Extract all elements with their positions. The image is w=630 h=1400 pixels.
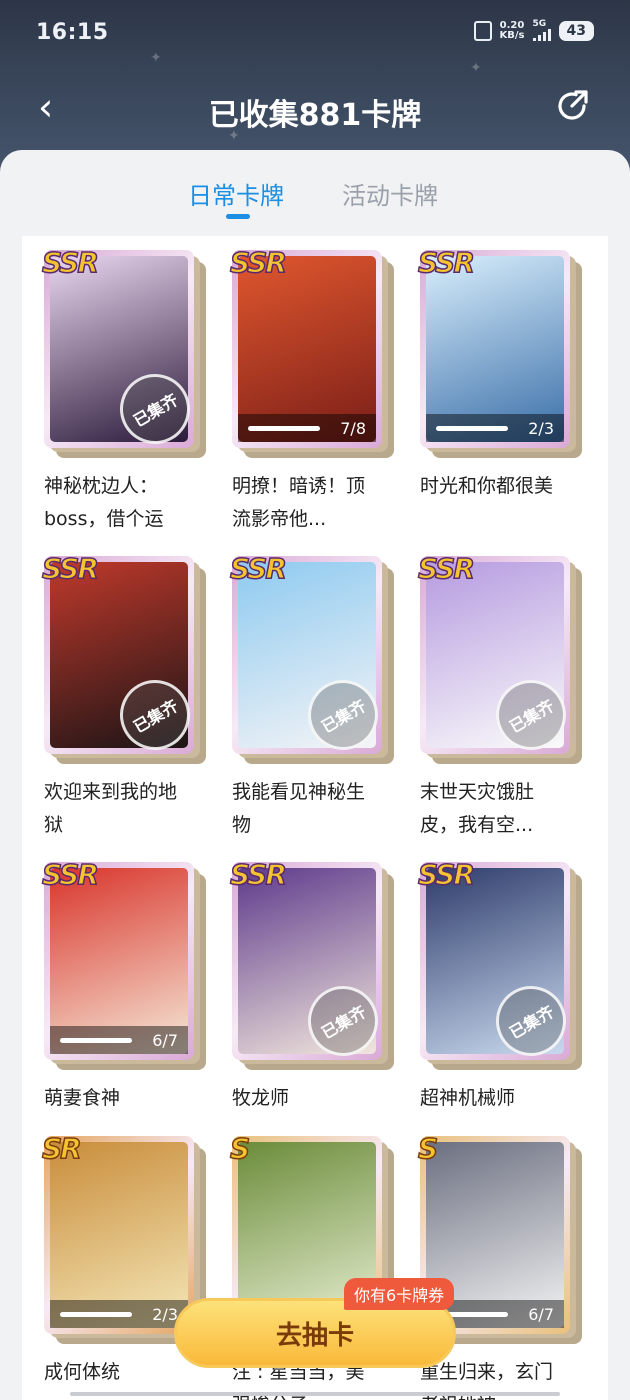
card-frame: SR 2/3 [41, 1131, 194, 1334]
signal-icon: 5G [532, 19, 551, 41]
rarity-badge: SSR [41, 551, 99, 586]
rarity-badge: S [417, 1131, 439, 1166]
card-frame: SSR 7/8 [229, 245, 382, 448]
page-title: 已收集881卡牌 [208, 98, 422, 133]
rarity-badge: SSR [229, 551, 287, 586]
content-panel: 日常卡牌 活动卡牌 SSR 已集齐 神秘枕边人：boss，借个运 SSR 7/8 明撩！暗… [0, 150, 630, 1400]
card-frame: SSR 2/3 [417, 245, 570, 448]
draw-card-fab: 去抽卡 你有6卡牌券 [174, 1278, 456, 1368]
tab-indicator [226, 214, 250, 219]
rarity-badge: SSR [41, 857, 99, 892]
sparkle-icon: ✦ [470, 60, 482, 76]
card-grid: SSR 已集齐 神秘枕边人：boss，借个运 SSR 7/8 明撩！暗诱！顶流影帝他...… [22, 236, 608, 1400]
card-title: 我能看见神秘生物 [232, 781, 366, 836]
card-title: 时光和你都很美 [420, 475, 554, 497]
rarity-badge: SSR [229, 857, 287, 892]
collect-progress: 7/8 [238, 414, 376, 442]
battery-indicator: 43 [558, 20, 594, 41]
card-frame: SSR 已集齐 [229, 857, 391, 1069]
rarity-badge: SSR [41, 245, 99, 280]
rarity-badge: SSR [417, 245, 475, 280]
collect-progress: 6/7 [50, 1026, 188, 1054]
progress-bar [436, 425, 508, 431]
collect-progress: 2/3 [50, 1300, 188, 1328]
status-icons: 0.20 KB/s 5G 43 [473, 19, 594, 41]
card-frame: SSR 已集齐 [417, 551, 579, 763]
card-frame: SSR 已集齐 [417, 857, 579, 1069]
rarity-badge: SR [41, 1131, 82, 1166]
rarity-badge: SSR [417, 551, 475, 586]
card-frame: SSR 6/7 [41, 857, 194, 1060]
card-title: 萌妻食神 [44, 1087, 121, 1109]
status-bar: 16:15 0.20 KB/s 5G 43 [36, 18, 594, 52]
progress-bar [60, 1037, 132, 1043]
rarity-badge: SSR [229, 245, 287, 280]
rarity-badge: SSR [417, 857, 475, 892]
progress-bar [60, 1311, 132, 1317]
status-time: 16:15 [36, 20, 109, 45]
vibrate-icon [473, 20, 492, 41]
scroll-indicator [70, 1392, 560, 1396]
card-title: 欢迎来到我的地狱 [44, 781, 178, 836]
sparkle-icon: ✦ [150, 50, 162, 66]
tab-daily-cards[interactable]: 日常卡牌 [188, 176, 284, 211]
card-frame: SSR 已集齐 [41, 551, 203, 763]
collect-progress: 2/3 [426, 414, 564, 442]
card-frame: SSR 已集齐 [229, 551, 391, 763]
progress-bar [248, 425, 320, 431]
nav-bar: ‹ 已收集881卡牌 [0, 84, 630, 133]
card-title: 末世天灾饿肚皮，我有空... [420, 781, 535, 836]
card-title: 神秘枕边人：boss，借个运 [44, 475, 164, 530]
card-title: 成何体统 [44, 1361, 121, 1383]
progress-count: 2/3 [528, 418, 554, 438]
progress-count: 6/7 [152, 1030, 178, 1050]
card-title: 明撩！暗诱！顶流影帝他... [232, 475, 366, 530]
card-title: 牧龙师 [232, 1087, 290, 1109]
tab-event-cards[interactable]: 活动卡牌 [342, 176, 438, 211]
tab-bar: 日常卡牌 活动卡牌 [0, 150, 630, 234]
card-frame: SSR 已集齐 [41, 245, 203, 457]
card-title: 超神机械师 [420, 1087, 516, 1109]
progress-count: 7/8 [340, 418, 366, 438]
network-speed: 0.20 KB/s [499, 20, 525, 41]
share-icon[interactable] [554, 88, 590, 124]
ticket-tip: 你有6卡牌券 [344, 1278, 455, 1310]
progress-count: 6/7 [528, 1304, 554, 1324]
network-type: 5G [532, 19, 547, 29]
speed-unit: KB/s [499, 29, 525, 41]
rarity-badge: S [229, 1131, 251, 1166]
